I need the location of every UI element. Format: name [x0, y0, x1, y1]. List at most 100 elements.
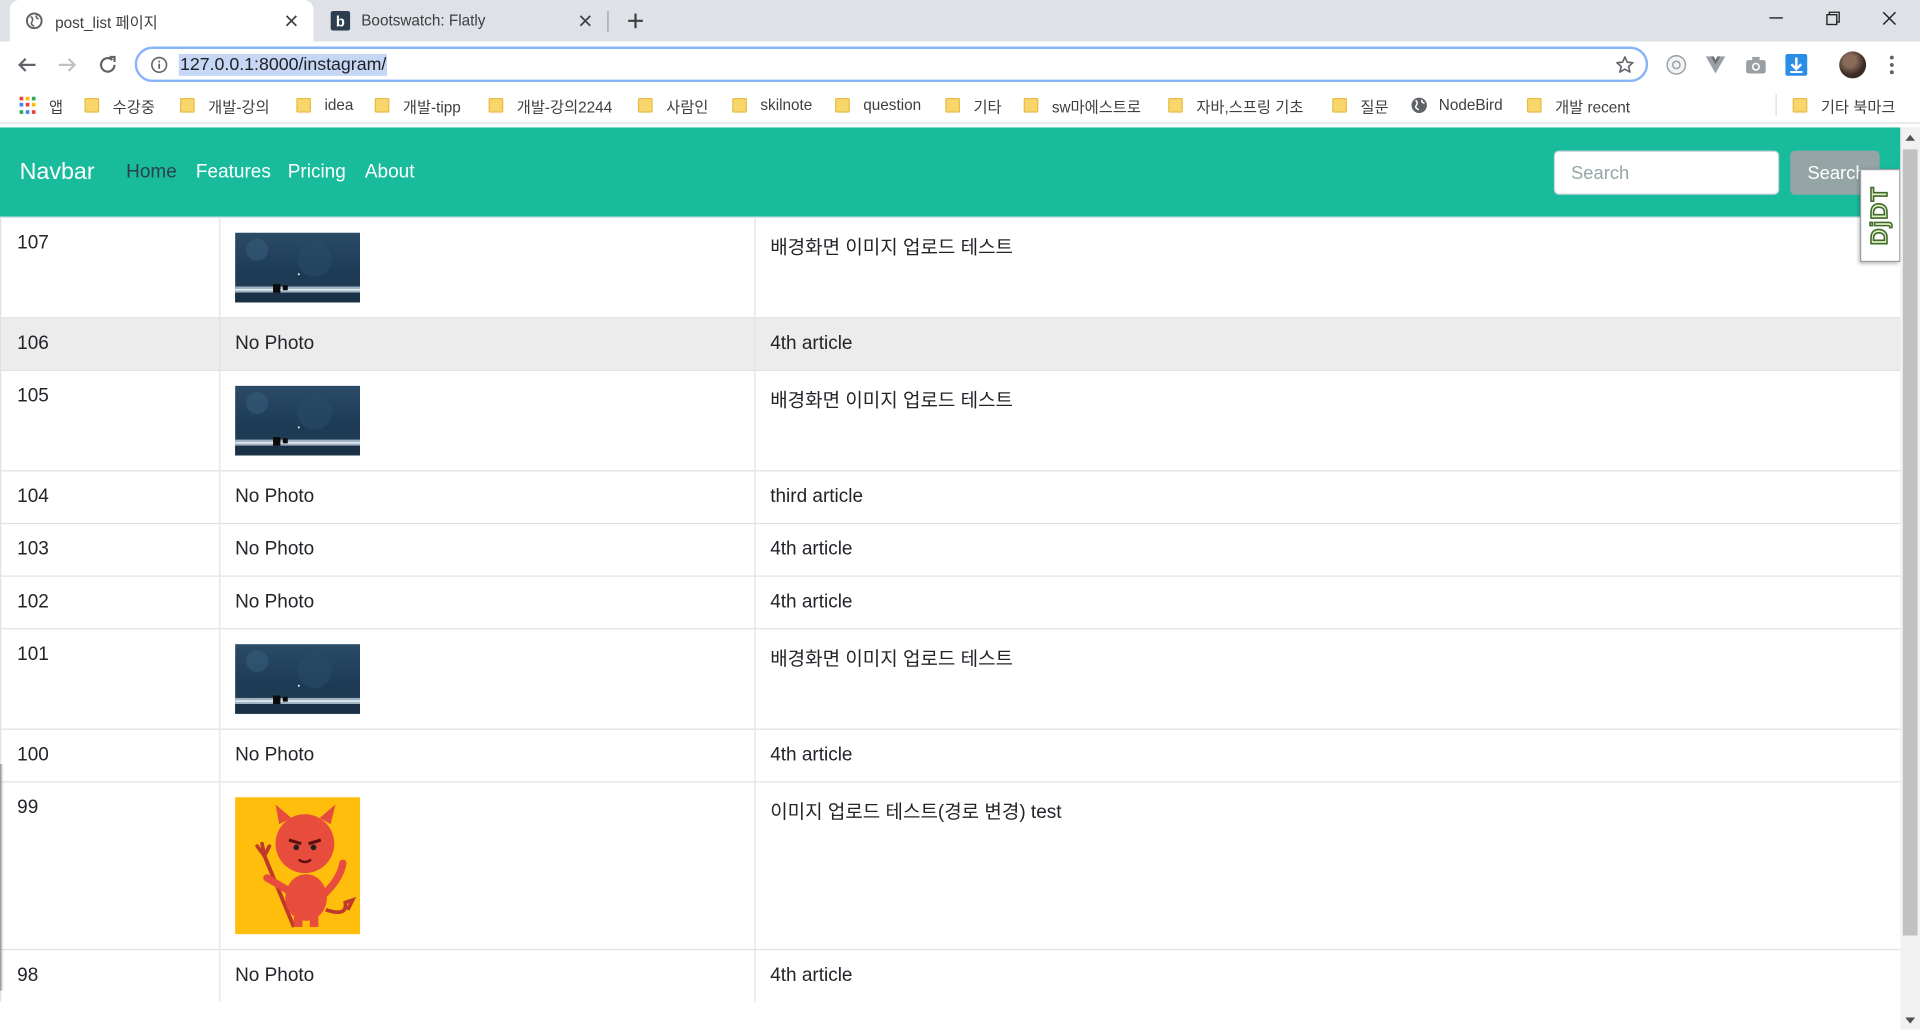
extension-clock-icon[interactable]	[1663, 51, 1690, 78]
bookmark-folder[interactable]: 개발-강의	[180, 94, 270, 116]
scroll-up-icon[interactable]	[1900, 127, 1920, 147]
post-table: 107 배경화면 이미지 업로드 테스트 106 No Photo 4th artic…	[0, 216, 1901, 1002]
folder-icon	[488, 97, 504, 113]
page-scrollbar[interactable]	[1900, 127, 1920, 1030]
post-row[interactable]: 107 배경화면 이미지 업로드 테스트	[0, 216, 1901, 318]
bookmark-label: 자바,스프링 기초	[1196, 98, 1304, 116]
bookmark-apps[interactable]: 앱	[19, 94, 64, 116]
extension-vue-icon[interactable]	[1702, 51, 1729, 78]
globe-icon	[24, 11, 44, 31]
nav-link-home[interactable]: Home	[126, 162, 177, 184]
post-row[interactable]: 102 No Photo 4th article	[0, 575, 1901, 629]
folder-icon	[637, 97, 653, 113]
scrollbar-thumb[interactable]	[1902, 149, 1918, 936]
post-row[interactable]: 105 배경화면 이미지 업로드 테스트	[0, 369, 1901, 471]
menu-kebab-icon[interactable]	[1878, 51, 1905, 78]
bookmark-folder[interactable]: 기타	[945, 94, 1002, 116]
bookmark-folder[interactable]: sw마에스트로	[1023, 94, 1141, 116]
post-photo-night-sky[interactable]	[235, 385, 361, 456]
profile-avatar[interactable]	[1839, 51, 1867, 79]
post-caption[interactable]: 4th article	[754, 317, 1901, 371]
new-tab-icon[interactable]	[621, 6, 650, 35]
navbar-brand[interactable]: Navbar	[20, 159, 95, 186]
address-bar[interactable]: 127.0.0.1:8000/instagram/	[134, 46, 1649, 83]
tab-bootswatch[interactable]: b Bootswatch: Flatly	[316, 0, 607, 42]
post-id: 103	[0, 522, 221, 577]
extension-download-icon[interactable]	[1783, 51, 1810, 78]
post-photo-red-devil[interactable]	[235, 797, 361, 935]
folder-icon	[1168, 97, 1183, 113]
bookmark-folder[interactable]: 개발 recent	[1526, 94, 1630, 116]
edge-shadow	[0, 764, 4, 991]
close-tab-icon[interactable]	[282, 11, 302, 31]
nav-link-about[interactable]: About	[365, 162, 415, 184]
restore-icon[interactable]	[1805, 0, 1861, 37]
bookmark-folder[interactable]: question	[835, 94, 921, 116]
bookmark-folder[interactable]: skilnote	[732, 94, 812, 116]
bookmark-label: 앱	[48, 98, 64, 116]
post-id: 104	[0, 470, 221, 524]
reload-icon[interactable]	[91, 48, 125, 82]
bookmark-folder[interactable]: 자바,스프링 기초	[1168, 94, 1303, 116]
tab-post-list[interactable]: post_list 페이지	[9, 0, 314, 42]
bootswatch-favicon-icon: b	[330, 11, 351, 31]
scroll-down-icon[interactable]	[1900, 1010, 1920, 1030]
site-navbar: Navbar Home Features Pricing About Searc…	[0, 127, 1901, 217]
bookmark-label: 개발-tipp	[402, 98, 461, 116]
nav-link-pricing[interactable]: Pricing	[288, 162, 346, 184]
bookmark-folder[interactable]: 수강중	[84, 94, 155, 116]
bookmark-label: idea	[324, 96, 354, 114]
post-id: 105	[0, 369, 221, 471]
tab-title: post_list 페이지	[55, 14, 158, 32]
post-row[interactable]: 103 No Photo 4th article	[0, 522, 1901, 577]
post-caption[interactable]: 배경화면 이미지 업로드 테스트	[754, 216, 1901, 318]
close-window-icon[interactable]	[1861, 0, 1917, 37]
post-row[interactable]: 106 No Photo 4th article	[0, 317, 1901, 371]
post-photo-night-sky[interactable]	[235, 232, 361, 303]
folder-icon	[180, 97, 195, 113]
post-caption[interactable]: third article	[754, 470, 1901, 524]
bookmark-label: question	[863, 96, 922, 114]
post-row[interactable]: 99 이미지 업로드 테스트(경로 변경) test	[0, 781, 1901, 950]
bookmark-folder[interactable]: idea	[296, 94, 353, 116]
back-arrow-icon[interactable]	[10, 48, 44, 82]
post-row[interactable]: 98 No Photo 4th article	[0, 948, 1901, 1002]
search-input[interactable]	[1553, 150, 1780, 195]
bookmark-label: 질문	[1360, 98, 1389, 116]
close-tab-icon[interactable]	[576, 11, 596, 31]
info-icon[interactable]	[149, 55, 169, 75]
post-id: 106	[0, 317, 221, 371]
folder-icon	[84, 97, 100, 113]
post-photo-night-sky[interactable]	[235, 644, 361, 714]
bookmark-label: 사람인	[666, 98, 709, 116]
bookmark-label: 개발-강의2244	[516, 98, 613, 116]
nav-link-features[interactable]: Features	[196, 162, 271, 184]
address-url[interactable]: 127.0.0.1:8000/instagram/	[178, 53, 388, 76]
django-debug-toolbar-handle[interactable]: DjDT	[1860, 168, 1901, 263]
post-caption[interactable]: 배경화면 이미지 업로드 테스트	[754, 628, 1901, 730]
post-row[interactable]: 101 배경화면 이미지 업로드 테스트	[0, 628, 1901, 730]
post-caption[interactable]: 이미지 업로드 테스트(경로 변경) test	[754, 781, 1901, 950]
bookmark-folder[interactable]: 사람인	[637, 94, 709, 116]
bookmark-other[interactable]: 기타 북마크	[1792, 94, 1895, 116]
bookmark-star-icon[interactable]	[1614, 54, 1636, 76]
post-caption[interactable]: 4th article	[754, 948, 1901, 1002]
minimize-icon[interactable]	[1749, 0, 1805, 37]
forward-arrow-icon[interactable]	[50, 48, 84, 82]
bookmark-folder[interactable]: 질문	[1332, 94, 1389, 116]
post-caption[interactable]: 4th article	[754, 575, 1901, 629]
bookmark-nodebird[interactable]: NodeBird	[1411, 94, 1503, 116]
bookmark-folder[interactable]: 개발-tipp	[374, 94, 461, 116]
post-row[interactable]: 104 No Photo third article	[0, 470, 1901, 524]
globe-icon	[1411, 97, 1428, 114]
post-caption[interactable]: 배경화면 이미지 업로드 테스트	[754, 369, 1901, 471]
post-photo-placeholder: No Photo	[219, 470, 756, 524]
post-row[interactable]: 100 No Photo 4th article	[0, 728, 1901, 782]
bookmark-folder[interactable]: 개발-강의2244	[488, 94, 613, 116]
post-photo-placeholder: No Photo	[219, 948, 756, 1002]
post-caption[interactable]: 4th article	[754, 728, 1901, 782]
post-caption[interactable]: 4th article	[754, 522, 1901, 577]
extension-camera-icon[interactable]	[1742, 51, 1769, 78]
post-photo-cell	[219, 369, 756, 471]
folder-icon	[835, 97, 850, 113]
